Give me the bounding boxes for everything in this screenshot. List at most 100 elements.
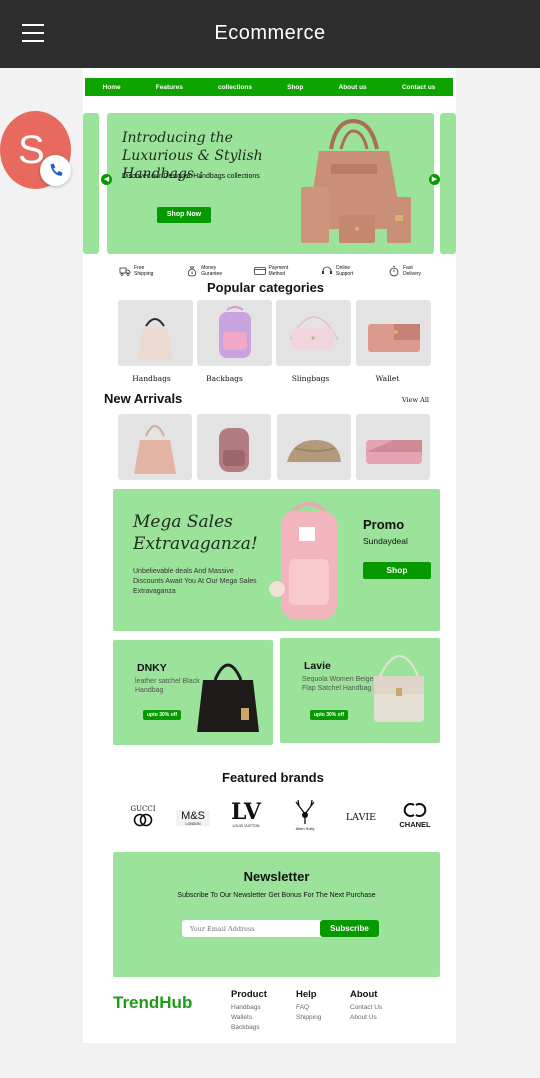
card-icon: [253, 267, 266, 275]
promo-shop-button[interactable]: Shop: [363, 562, 431, 579]
footer-logo[interactable]: TrendHub: [113, 993, 192, 1013]
category-wallet[interactable]: [356, 300, 431, 366]
brand-chanel[interactable]: CHANEL: [395, 802, 435, 829]
nav-features[interactable]: Features: [156, 84, 183, 91]
arrival-item[interactable]: [277, 414, 351, 480]
featured-brands-title: Featured brands: [222, 770, 324, 785]
footer-link[interactable]: Backbags: [231, 1023, 267, 1033]
arrival-item[interactable]: [118, 414, 192, 480]
tote-bag-image: [134, 425, 176, 474]
top-nav: Home Features collections Shop About us …: [85, 78, 453, 96]
carousel-prev-slide: [83, 113, 99, 254]
feature-fast-delivery: Fast Delivery: [388, 260, 429, 282]
product-card-dnky[interactable]: DNKY leather satchel Black Handbag upto …: [113, 640, 273, 745]
backpack-image: [219, 306, 251, 358]
footer-col-title: Help: [296, 989, 317, 1000]
feature-label: Money Gurantee: [201, 265, 223, 277]
popular-categories-title: Popular categories: [207, 280, 325, 295]
call-bubble[interactable]: [40, 155, 71, 186]
category-handbags[interactable]: [118, 300, 193, 366]
carousel-right-arrow[interactable]: ▶: [429, 174, 440, 185]
brand-ms[interactable]: M&S LONDON: [176, 810, 210, 826]
hero-shop-now-button[interactable]: Shop Now: [157, 207, 211, 223]
brand-louis-vuitton[interactable]: LV LOUIS VUITTON: [226, 800, 266, 828]
brand-logos: GUCCI M&S LONDON LV LOUIS VUITTON Allen …: [123, 798, 441, 834]
hero-banner: Introducing the Luxurious & Stylish Hand…: [107, 113, 434, 254]
feature-free-shipping: Free Shipping: [119, 260, 160, 282]
nav-shop[interactable]: Shop: [287, 84, 303, 91]
newsletter-text: Subscribe To Our Newsletter Get Bonus Fo…: [177, 892, 376, 899]
category-label: Wallet: [375, 374, 400, 383]
product-description: Sequola Women Beige Flap Satchel Handbag: [302, 676, 374, 692]
footer-link[interactable]: Handbags: [231, 1003, 267, 1013]
handbag-set-image: [301, 119, 411, 243]
slingbag-image: [289, 316, 339, 350]
footer-link[interactable]: Shipping: [296, 1013, 321, 1023]
slim-wallet-image: [366, 440, 422, 464]
arrival-item[interactable]: [197, 414, 271, 480]
chanel-logo-icon: [403, 803, 427, 817]
carousel-next-slide: [440, 113, 456, 254]
stag-logo-icon: [295, 799, 315, 824]
carousel-left-arrow[interactable]: ◀: [101, 174, 112, 185]
lv-monogram-icon: LV: [231, 799, 261, 825]
brand-allen-solly[interactable]: Allen Solly: [288, 798, 322, 831]
handbag-image: [138, 318, 172, 360]
footer-col-help: Help FAQ Shipping: [296, 990, 321, 1023]
footer-col-title: Product: [231, 989, 267, 1000]
money-bag-icon: $: [188, 266, 197, 277]
stopwatch-icon: [389, 266, 399, 277]
view-all-link[interactable]: View All: [402, 396, 429, 404]
feature-payment-method: Payment Method: [253, 260, 295, 282]
nav-contact[interactable]: Contact us: [402, 84, 436, 91]
app-title: Ecommerce: [214, 22, 326, 44]
arrival-item[interactable]: [356, 414, 430, 480]
footer-link[interactable]: About Us: [350, 1013, 382, 1023]
brand-name: M&S: [181, 810, 205, 822]
app-bar: Ecommerce: [0, 0, 540, 68]
mini-backpack-image: [219, 428, 249, 472]
footer-col-about: About Contact Us About Us: [350, 990, 382, 1023]
brand-name: Allen Solly: [295, 826, 315, 831]
promo-description: Unbelievable deals And Massive Discounts…: [133, 568, 257, 595]
feature-online-support: Online Support: [321, 260, 362, 282]
new-arrivals-title: New Arrivals: [104, 391, 183, 406]
category-label: Backbags: [206, 374, 243, 383]
footer-link[interactable]: Wallets: [231, 1013, 267, 1023]
category-label: Handbags: [132, 374, 171, 383]
headset-icon: [321, 266, 332, 274]
discount-badge[interactable]: upto 30% off: [143, 710, 181, 720]
newsletter-title: Newsletter: [243, 869, 310, 884]
discount-badge[interactable]: upto 30% off: [310, 710, 348, 720]
product-card-lavie[interactable]: Lavie Sequola Women Beige Flap Satchel H…: [280, 638, 440, 743]
footer-col-title: About: [350, 989, 378, 1000]
brand-gucci[interactable]: GUCCI: [126, 805, 160, 829]
nav-collections[interactable]: collections: [218, 84, 252, 91]
product-name: Lavie: [304, 660, 331, 672]
feature-label: Online Support: [335, 265, 354, 277]
feature-label: Payment Method: [268, 265, 289, 277]
brand-name: GUCCI: [130, 805, 156, 813]
phone-icon: [50, 163, 63, 176]
feature-money-guarantee: $ Money Gurantee: [186, 260, 227, 282]
footer-link[interactable]: FAQ: [296, 1003, 321, 1013]
hero-subtitle: Discover our Designer Handbags collectio…: [122, 173, 260, 180]
brand-name: CHANEL: [399, 820, 431, 829]
promo-code: Sundaydeal: [363, 536, 408, 546]
promo-title: Mega Sales Extravaganza!: [133, 512, 258, 554]
feature-label: Fast Delivery: [403, 265, 422, 277]
subscribe-button[interactable]: Subscribe: [320, 920, 379, 937]
category-label: Slingbags: [291, 374, 330, 383]
footer-link[interactable]: Contact Us: [350, 1003, 382, 1013]
email-input[interactable]: [182, 920, 322, 937]
category-slingbags[interactable]: [276, 300, 351, 366]
wallet-image: [368, 324, 420, 352]
pink-backpack-image: [269, 502, 337, 619]
nav-home[interactable]: Home: [103, 84, 121, 91]
svg-text:$: $: [191, 270, 194, 275]
truck-icon: [119, 267, 131, 276]
category-backbags[interactable]: [197, 300, 272, 366]
brand-lavie[interactable]: LAVIE: [343, 812, 379, 823]
brand-sublabel: LONDON: [185, 822, 201, 826]
nav-about[interactable]: About us: [339, 84, 367, 91]
